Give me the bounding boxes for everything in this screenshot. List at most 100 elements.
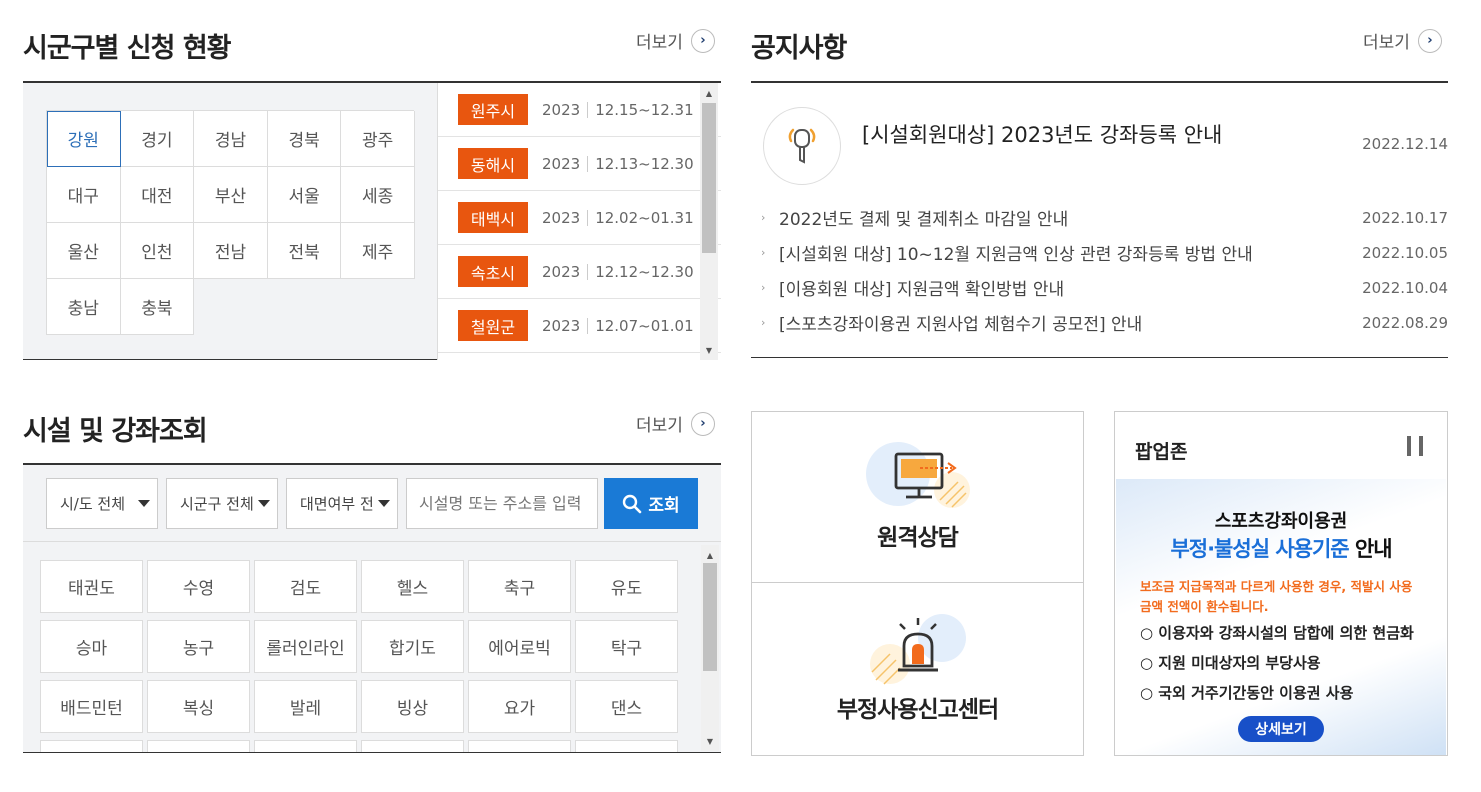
remote-consult-label: 원격상담 bbox=[877, 525, 959, 551]
application-row[interactable]: 속초시 2023 12.12~12.30 bbox=[438, 245, 721, 299]
sport-button[interactable]: 배드민턴 bbox=[40, 680, 143, 733]
sport-button[interactable] bbox=[147, 740, 250, 752]
banner-line1: 스포츠강좌이용권 bbox=[1214, 511, 1348, 532]
search-button-label: 조회 bbox=[648, 496, 680, 516]
notice-featured-title[interactable]: [시설회원대상] 2023년도 강좌등록 안내 bbox=[862, 119, 1222, 149]
scroll-thumb[interactable] bbox=[703, 563, 717, 671]
sport-button[interactable]: 검도 bbox=[254, 560, 357, 613]
sport-grid: 태권도 수영 검도 헬스 축구 유도승마 농구 롤러인라인 합기도 에어로빅 탁구배드민턴 복싱 발레 빙… bbox=[40, 560, 678, 752]
sport-button[interactable]: 농구 bbox=[147, 620, 250, 673]
sport-button[interactable]: 축구 bbox=[468, 560, 571, 613]
region-more-link[interactable]: 더보기 › bbox=[636, 28, 715, 53]
sport-button[interactable]: 요가 bbox=[468, 680, 571, 733]
remote-consult-card[interactable]: 원격상담 bbox=[752, 412, 1083, 583]
facility-search-input[interactable] bbox=[406, 478, 598, 529]
application-row[interactable]: 원주시 2023 12.15~12.31 bbox=[438, 83, 721, 137]
application-row[interactable]: 동해시 2023 12.13~12.30 bbox=[438, 137, 721, 191]
bullet-icon: › bbox=[761, 211, 766, 224]
sport-button[interactable]: 헬스 bbox=[361, 560, 464, 613]
caret-down-icon bbox=[258, 500, 270, 507]
more-label: 더보기 bbox=[636, 416, 683, 436]
region-cell[interactable]: 경기 bbox=[120, 111, 195, 167]
sport-button[interactable]: 수영 bbox=[147, 560, 250, 613]
sport-button[interactable]: 태권도 bbox=[40, 560, 143, 613]
scroll-down-icon[interactable]: ▼ bbox=[701, 733, 719, 749]
face-select[interactable]: 대면여부 전체 bbox=[286, 478, 398, 529]
region-cell[interactable]: 전남 bbox=[194, 223, 268, 279]
region-cell[interactable]: 제주 bbox=[341, 223, 415, 279]
application-rows: 원주시 2023 12.15~12.31 동해시 2023 12.13~12.30 태백시 2… bbox=[438, 83, 721, 353]
region-cell[interactable]: 서울 bbox=[267, 167, 342, 223]
chevron-right-icon: › bbox=[690, 28, 715, 53]
region-cell[interactable]: 경남 bbox=[194, 111, 268, 167]
sigungu-select[interactable]: 시군구 전체 bbox=[166, 478, 278, 529]
notice-item-title: 2022년도 결제 및 결제취소 마감일 안내 bbox=[779, 210, 1069, 230]
sport-button[interactable]: 에어로빅 bbox=[468, 620, 571, 673]
application-row[interactable]: 태백시 2023 12.02~01.31 bbox=[438, 191, 721, 245]
scroll-up-icon[interactable]: ▲ bbox=[700, 85, 718, 101]
notice-panel: [시설회원대상] 2023년도 강좌등록 안내 2022.12.14 › 2022… bbox=[751, 81, 1448, 358]
sport-button[interactable]: 발레 bbox=[254, 680, 357, 733]
scroll-up-icon[interactable]: ▲ bbox=[701, 547, 719, 563]
application-period: 12.02~01.31 bbox=[595, 208, 694, 227]
search-button[interactable]: 조회 bbox=[604, 478, 698, 529]
application-period: 12.15~12.31 bbox=[595, 100, 694, 119]
report-center-card[interactable]: 부정사용신고센터 bbox=[752, 584, 1083, 755]
region-cell[interactable]: 부산 bbox=[194, 167, 268, 223]
sido-select[interactable]: 시/도 전체 bbox=[46, 478, 158, 529]
notice-item[interactable]: › [이용회원 대상] 지원금액 확인방법 안내 2022.10.04 bbox=[761, 275, 1448, 301]
facility-panel: 시/도 전체 시군구 전체 대면여부 전체 조회 태권도수영검도헬스축구유도승마… bbox=[23, 463, 721, 753]
region-cell[interactable]: 대전 bbox=[120, 167, 195, 223]
region-cell[interactable]: 인천 bbox=[120, 223, 195, 279]
region-cell[interactable]: 광주 bbox=[341, 111, 415, 167]
region-cell[interactable]: 전북 bbox=[267, 223, 342, 279]
sport-button[interactable]: 빙상 bbox=[361, 680, 464, 733]
sport-button[interactable]: 탁구 bbox=[575, 620, 678, 673]
chevron-right-icon: › bbox=[690, 411, 715, 436]
notice-item[interactable]: › 2022년도 결제 및 결제취소 마감일 안내 2022.10.17 bbox=[761, 205, 1448, 231]
sport-button[interactable]: 복싱 bbox=[147, 680, 250, 733]
search-icon bbox=[623, 494, 642, 513]
sport-button[interactable] bbox=[468, 740, 571, 752]
sigungu-select-value: 시군구 전체 bbox=[180, 495, 254, 513]
sport-button[interactable] bbox=[575, 740, 678, 752]
sport-button[interactable]: 롤러인라인 bbox=[254, 620, 357, 673]
popup-banner[interactable]: 스포츠강좌이용권 부정·불성실 사용기준 안내 보조금 지급목적과 다르게 사용… bbox=[1116, 479, 1446, 755]
sport-button[interactable] bbox=[254, 740, 357, 752]
notice-more-link[interactable]: 더보기 › bbox=[1363, 28, 1442, 53]
sport-button[interactable]: 합기도 bbox=[361, 620, 464, 673]
region-cell[interactable]: 세종 bbox=[341, 167, 415, 223]
city-tag: 속초시 bbox=[458, 256, 528, 287]
facility-more-link[interactable]: 더보기 › bbox=[636, 411, 715, 436]
application-scrollbar[interactable]: ▲ ▼ bbox=[700, 83, 718, 360]
popup-zone-title: 팝업존 bbox=[1135, 441, 1188, 463]
sport-button[interactable]: 승마 bbox=[40, 620, 143, 673]
notice-item[interactable]: › [시설회원 대상] 10~12월 지원금액 인상 관련 강좌등록 방법 안내 2… bbox=[761, 240, 1448, 266]
scroll-thumb[interactable] bbox=[702, 103, 716, 253]
application-period: 12.12~12.30 bbox=[595, 262, 694, 281]
notice-item-title: [이용회원 대상] 지원금액 확인방법 안내 bbox=[779, 280, 1065, 300]
region-grid: 강원 경기 경남 경북 광주대구 대전 부산 서울 세종울산 인천 전남 전북 제주충남 충북 bbox=[46, 110, 415, 335]
notice-item-date: 2022.10.04 bbox=[1362, 278, 1448, 297]
pause-icon[interactable] bbox=[1407, 436, 1423, 458]
region-cell[interactable]: 충북 bbox=[120, 279, 195, 335]
sport-button[interactable]: 댄스 bbox=[575, 680, 678, 733]
application-year: 2023 bbox=[542, 209, 589, 226]
city-tag: 동해시 bbox=[458, 148, 528, 179]
detail-button[interactable]: 상세보기 bbox=[1238, 716, 1324, 742]
region-cell[interactable]: 충남 bbox=[47, 279, 121, 335]
scroll-down-icon[interactable]: ▼ bbox=[700, 342, 718, 358]
sport-button[interactable] bbox=[40, 740, 143, 752]
region-cell[interactable]: 대구 bbox=[47, 167, 121, 223]
sport-scrollbar[interactable]: ▲ ▼ bbox=[701, 545, 719, 751]
region-cell[interactable]: 경북 bbox=[267, 111, 342, 167]
application-row[interactable]: 철원군 2023 12.07~01.01 bbox=[438, 299, 721, 353]
application-year: 2023 bbox=[542, 317, 589, 334]
sport-button[interactable] bbox=[361, 740, 464, 752]
microphone-icon bbox=[763, 107, 841, 185]
notice-item[interactable]: › [스포츠강좌이용권 지원사업 체험수기 공모전] 안내 2022.08.29 bbox=[761, 310, 1448, 336]
region-cell[interactable]: 울산 bbox=[47, 223, 121, 279]
sport-button[interactable]: 유도 bbox=[575, 560, 678, 613]
region-cell[interactable]: 강원 bbox=[47, 111, 121, 167]
facility-search-bar: 시/도 전체 시군구 전체 대면여부 전체 조회 bbox=[23, 465, 721, 542]
